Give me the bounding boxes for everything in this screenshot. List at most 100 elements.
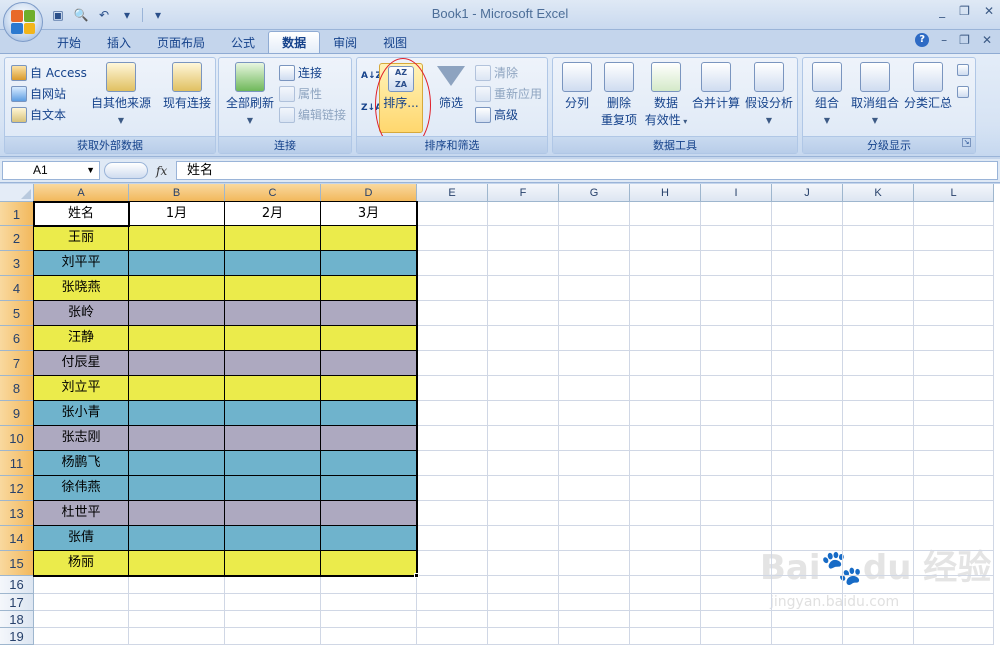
row-header-19[interactable]: 19 (0, 628, 34, 645)
row-header-13[interactable]: 13 (0, 501, 34, 526)
fill-handle[interactable] (414, 573, 419, 578)
empty-cell[interactable] (772, 376, 843, 401)
empty-cell[interactable] (559, 451, 630, 476)
from-text-button[interactable]: 自文本 (11, 106, 66, 123)
empty-cell[interactable] (701, 476, 772, 501)
empty-cell[interactable] (559, 226, 630, 251)
month-value-cell[interactable] (225, 326, 321, 351)
month-value-cell[interactable] (321, 426, 417, 451)
month-value-cell[interactable] (321, 476, 417, 501)
empty-cell[interactable] (34, 594, 129, 611)
tab-page-layout[interactable]: 页面布局 (144, 31, 218, 53)
empty-cell[interactable] (225, 611, 321, 628)
empty-cell[interactable] (701, 426, 772, 451)
empty-cell[interactable] (843, 594, 914, 611)
column-header-h[interactable]: H (630, 184, 701, 202)
empty-cell[interactable] (630, 611, 701, 628)
properties-button[interactable]: 属性 (279, 85, 322, 102)
empty-cell[interactable] (559, 476, 630, 501)
empty-cell[interactable] (417, 426, 488, 451)
restore-button[interactable]: ❐ (959, 4, 970, 18)
empty-cell[interactable] (417, 202, 488, 226)
month-value-cell[interactable] (321, 501, 417, 526)
name-cell[interactable]: 汪静 (34, 326, 129, 351)
month-value-cell[interactable] (225, 451, 321, 476)
month-value-cell[interactable] (129, 501, 225, 526)
empty-cell[interactable] (488, 301, 559, 326)
ungroup-button[interactable]: 取消组合 ▼ (849, 62, 901, 129)
empty-cell[interactable] (843, 451, 914, 476)
name-cell[interactable]: 付辰星 (34, 351, 129, 376)
empty-cell[interactable] (488, 476, 559, 501)
empty-cell[interactable] (630, 476, 701, 501)
empty-cell[interactable] (772, 202, 843, 226)
column-header-j[interactable]: J (772, 184, 843, 202)
empty-cell[interactable] (559, 401, 630, 426)
empty-cell[interactable] (488, 226, 559, 251)
empty-cell[interactable] (559, 351, 630, 376)
text-to-columns-button[interactable]: 分列 (557, 62, 597, 112)
row-header-7[interactable]: 7 (0, 351, 34, 376)
empty-cell[interactable] (417, 501, 488, 526)
month-value-cell[interactable] (225, 526, 321, 551)
empty-cell[interactable] (488, 426, 559, 451)
empty-cell[interactable] (772, 451, 843, 476)
empty-cell[interactable] (914, 401, 994, 426)
empty-cell[interactable] (914, 376, 994, 401)
name-cell[interactable]: 杜世平 (34, 501, 129, 526)
empty-cell[interactable] (559, 251, 630, 276)
empty-cell[interactable] (488, 451, 559, 476)
empty-cell[interactable] (701, 451, 772, 476)
worksheet-grid[interactable]: Bai🐾du 经验 jingyan.baidu.com ABCDEFGHIJKL… (0, 184, 1000, 645)
month-value-cell[interactable] (225, 276, 321, 301)
row-header-12[interactable]: 12 (0, 476, 34, 501)
connections-button[interactable]: 连接 (279, 64, 322, 81)
empty-cell[interactable] (559, 301, 630, 326)
month-value-cell[interactable] (129, 326, 225, 351)
empty-cell[interactable] (34, 628, 129, 645)
empty-cell[interactable] (772, 611, 843, 628)
empty-cell[interactable] (129, 594, 225, 611)
empty-cell[interactable] (417, 551, 488, 576)
empty-cell[interactable] (417, 226, 488, 251)
empty-cell[interactable] (488, 526, 559, 551)
empty-cell[interactable] (843, 501, 914, 526)
empty-cell[interactable] (630, 501, 701, 526)
empty-cell[interactable] (417, 351, 488, 376)
empty-cell[interactable] (701, 301, 772, 326)
empty-cell[interactable] (843, 628, 914, 645)
empty-cell[interactable] (772, 501, 843, 526)
empty-cell[interactable] (488, 551, 559, 576)
tab-insert[interactable]: 插入 (94, 31, 144, 53)
column-header-l[interactable]: L (914, 184, 994, 202)
empty-cell[interactable] (772, 301, 843, 326)
row-header-11[interactable]: 11 (0, 451, 34, 476)
empty-cell[interactable] (772, 326, 843, 351)
empty-cell[interactable] (701, 202, 772, 226)
empty-cell[interactable] (225, 576, 321, 594)
edit-links-button[interactable]: 编辑链接 (279, 106, 346, 123)
empty-cell[interactable] (701, 576, 772, 594)
empty-cell[interactable] (630, 301, 701, 326)
office-button[interactable] (3, 2, 43, 42)
empty-cell[interactable] (843, 351, 914, 376)
from-other-sources-button[interactable]: 自其他来源 ▼ (89, 62, 153, 129)
empty-cell[interactable] (843, 301, 914, 326)
table-header-cell[interactable]: 2月 (225, 202, 321, 226)
empty-cell[interactable] (772, 276, 843, 301)
empty-cell[interactable] (488, 401, 559, 426)
name-box[interactable]: A1 ▼ (2, 161, 100, 180)
tab-view[interactable]: 视图 (370, 31, 420, 53)
name-cell[interactable]: 杨鹏飞 (34, 451, 129, 476)
column-header-b[interactable]: B (129, 184, 225, 202)
empty-cell[interactable] (843, 251, 914, 276)
row-header-18[interactable]: 18 (0, 611, 34, 628)
empty-cell[interactable] (701, 594, 772, 611)
minimize-button[interactable]: _ (939, 4, 945, 18)
empty-cell[interactable] (914, 451, 994, 476)
empty-cell[interactable] (559, 326, 630, 351)
empty-cell[interactable] (488, 326, 559, 351)
name-cell[interactable]: 张志刚 (34, 426, 129, 451)
empty-cell[interactable] (843, 401, 914, 426)
empty-cell[interactable] (417, 628, 488, 645)
